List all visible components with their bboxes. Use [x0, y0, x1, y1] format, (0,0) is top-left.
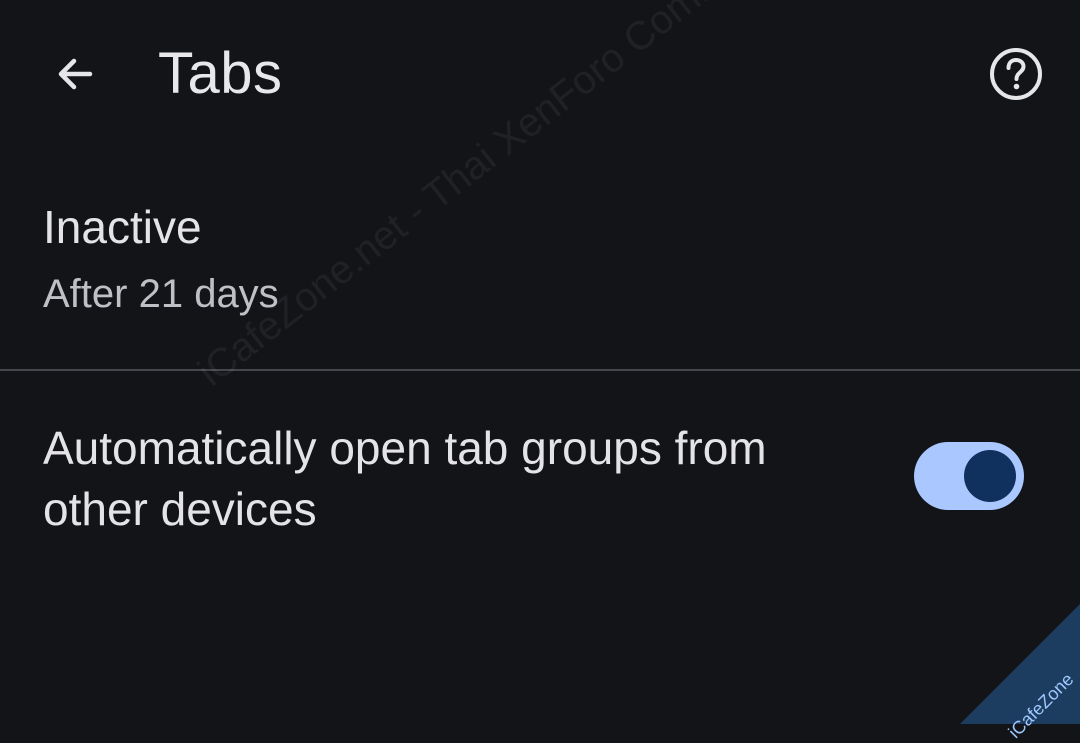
page-title: Tabs [158, 41, 283, 106]
auto-open-tab-groups-setting[interactable]: Automatically open tab groups from other… [0, 372, 1080, 592]
divider [0, 369, 1080, 371]
app-bar: Tabs [0, 0, 1080, 148]
auto-open-tab-groups-label: Automatically open tab groups from other… [43, 422, 767, 535]
inactive-setting-title: Inactive [43, 201, 202, 253]
inactive-tabs-setting[interactable]: Inactive After 21 days [0, 180, 1080, 368]
help-circle-icon [990, 48, 1042, 100]
toggle-knob [964, 450, 1016, 502]
corner-watermark-text: iCafeZone [1004, 669, 1078, 743]
arrow-back-icon [58, 58, 93, 90]
auto-open-tab-groups-toggle[interactable] [914, 442, 1024, 510]
help-button[interactable] [984, 42, 1048, 106]
inactive-setting-summary: After 21 days [43, 272, 279, 316]
corner-watermark-badge [960, 604, 1080, 724]
back-button[interactable] [42, 42, 106, 106]
